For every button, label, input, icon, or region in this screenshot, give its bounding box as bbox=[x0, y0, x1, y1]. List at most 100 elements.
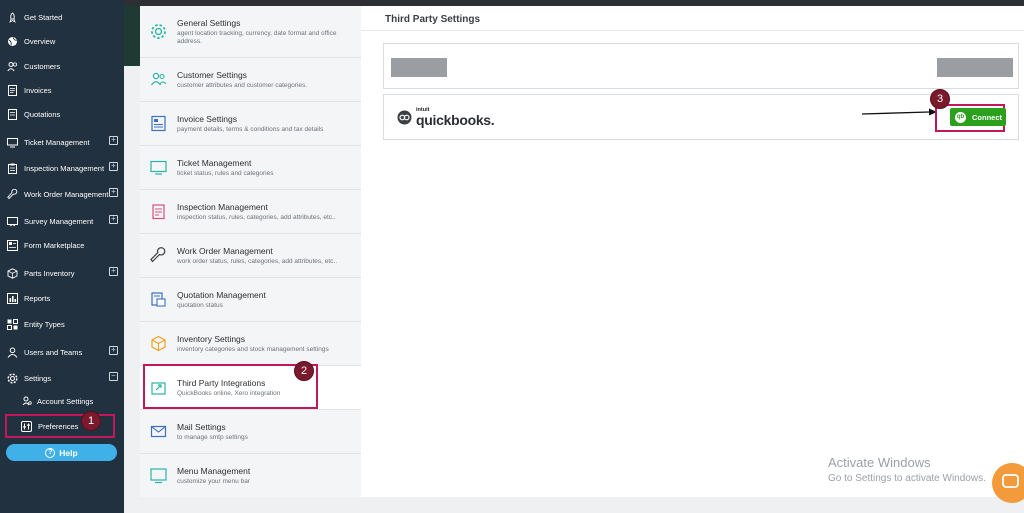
expand-icon[interactable]: + bbox=[109, 162, 118, 171]
work-order-icon bbox=[150, 247, 167, 264]
form-icon bbox=[7, 239, 18, 251]
settings-item-ticket-management[interactable]: Ticket Management ticket status, rules an… bbox=[140, 146, 361, 190]
general-settings-icon bbox=[150, 23, 167, 40]
clipboard-icon bbox=[7, 163, 18, 174]
expand-icon[interactable]: + bbox=[109, 267, 118, 276]
sidebar-item-label: Overview bbox=[24, 36, 56, 46]
sidebar-item-form-marketplace[interactable]: Form Marketplace bbox=[0, 234, 124, 256]
settings-item-menu-management[interactable]: Menu Management customize your menu bar bbox=[140, 454, 361, 498]
settings-item-description: work order status, rules, categories, ad… bbox=[177, 257, 338, 265]
account-settings-label: Account Settings bbox=[37, 396, 94, 406]
step-badge-2: 2 bbox=[294, 361, 314, 381]
settings-item-general-settings[interactable]: General Settings agent location tracking,… bbox=[140, 6, 361, 58]
page-title: Third Party Settings bbox=[385, 14, 481, 25]
settings-item-description: agent location tracking, currency, date … bbox=[177, 29, 337, 45]
redacted-logo bbox=[391, 58, 447, 77]
settings-item-description: customer attributes and customer categor… bbox=[177, 81, 308, 89]
help-button[interactable]: ? Help bbox=[6, 444, 117, 461]
sidebar-item-customers[interactable]: Customers bbox=[0, 55, 124, 77]
settings-item-description: customize your menu bar bbox=[177, 477, 250, 485]
sidebar-item-users-and-teams[interactable]: Users and Teams + bbox=[0, 341, 124, 363]
sidebar-item-label: Reports bbox=[24, 293, 51, 303]
settings-item-work-order-management[interactable]: Work Order Management work order status, … bbox=[140, 234, 361, 278]
settings-item-customer-settings[interactable]: Customer Settings customer attributes and… bbox=[140, 58, 361, 102]
settings-item-description: quotation status bbox=[177, 301, 223, 309]
survey-icon bbox=[7, 216, 18, 227]
chat-widget-button[interactable] bbox=[992, 463, 1024, 503]
redacted-button bbox=[937, 58, 1013, 77]
menu-management-icon bbox=[150, 467, 167, 484]
sidebar-item-label: Work Order Management bbox=[24, 189, 109, 199]
sidebar-item-label: Settings bbox=[24, 373, 52, 383]
bottom-strip bbox=[124, 497, 1024, 513]
sidebar-item-label: Customers bbox=[24, 61, 61, 71]
sidebar-item-label: Survey Management bbox=[24, 216, 94, 226]
sidebar-item-reports[interactable]: Reports bbox=[0, 287, 124, 309]
collapse-icon[interactable]: − bbox=[109, 372, 118, 381]
sidebar-item-survey-management[interactable]: Survey Management + bbox=[0, 210, 124, 232]
quotation-icon bbox=[7, 108, 18, 120]
title-divider bbox=[361, 30, 1024, 31]
quickbooks-icon bbox=[397, 110, 412, 124]
sidebar-item-get-started[interactable]: Get Started bbox=[0, 6, 124, 28]
settings-list-panel: General Settings agent location tracking,… bbox=[140, 6, 361, 498]
sidebar-item-inspection-management[interactable]: Inspection Management + bbox=[0, 157, 124, 179]
user-icon bbox=[7, 347, 18, 358]
settings-item-title: Ticket Management bbox=[177, 157, 252, 168]
help-icon: ? bbox=[45, 447, 56, 458]
sidebar-item-label: Parts Inventory bbox=[24, 268, 75, 278]
sidebar-item-label: Invoices bbox=[24, 85, 52, 95]
globe-icon bbox=[7, 36, 18, 47]
arrow-icon bbox=[861, 108, 937, 116]
settings-item-description: ticket status, rules and categories bbox=[177, 169, 274, 177]
settings-item-quotation-management[interactable]: Quotation Management quotation status bbox=[140, 278, 361, 322]
sidebar-item-label: Form Marketplace bbox=[24, 240, 85, 250]
sidebar-item-entity-types[interactable]: Entity Types bbox=[0, 313, 124, 335]
third-party-highlight bbox=[143, 364, 318, 409]
account-settings-icon bbox=[22, 396, 32, 406]
settings-item-title: General Settings bbox=[177, 17, 241, 28]
sidebar-item-label: Get Started bbox=[24, 12, 63, 22]
settings-item-description: inspection status, rules, categories, ad… bbox=[177, 213, 336, 221]
quickbooks-text: quickbooks. bbox=[416, 112, 495, 128]
inventory-settings-icon bbox=[150, 335, 167, 352]
expand-icon[interactable]: + bbox=[109, 188, 118, 197]
sidebar-item-label: Entity Types bbox=[24, 319, 65, 329]
expand-icon[interactable]: + bbox=[109, 215, 118, 224]
quickbooks-logo: intuit quickbooks. bbox=[397, 107, 495, 128]
ticket-management-icon bbox=[150, 159, 167, 176]
sidebar-item-label: Quotations bbox=[24, 109, 61, 119]
gear-icon bbox=[7, 372, 18, 384]
settings-item-inspection-management[interactable]: Inspection Management inspection status, … bbox=[140, 190, 361, 234]
sidebar-item-invoices[interactable]: Invoices bbox=[0, 79, 124, 101]
preferences-label: Preferences bbox=[38, 421, 79, 431]
sidebar-item-parts-inventory[interactable]: Parts Inventory + bbox=[0, 262, 124, 284]
inspection-management-icon bbox=[150, 203, 167, 220]
sidebar-item-account-settings[interactable]: Account Settings bbox=[0, 391, 124, 411]
settings-item-title: Mail Settings bbox=[177, 421, 226, 432]
expand-icon[interactable]: + bbox=[109, 346, 118, 355]
sidebar-item-overview[interactable]: Overview bbox=[0, 30, 124, 52]
connect-button[interactable]: qb Connect bbox=[950, 108, 1006, 126]
header-accent bbox=[124, 6, 140, 66]
integration-card-redacted bbox=[383, 43, 1019, 89]
quotation-management-icon bbox=[150, 291, 167, 308]
sidebar-item-label: Inspection Management bbox=[24, 163, 105, 173]
settings-item-title: Invoice Settings bbox=[177, 113, 238, 124]
sidebar-item-quotations[interactable]: Quotations bbox=[0, 103, 124, 125]
sidebar-item-work-order-management[interactable]: Work Order Management + bbox=[0, 183, 124, 205]
connect-label: Connect bbox=[972, 112, 1002, 122]
settings-item-inventory-settings[interactable]: Inventory Settings inventory categories a… bbox=[140, 322, 361, 366]
sidebar-item-ticket-management[interactable]: Ticket Management + bbox=[0, 131, 124, 153]
invoice-icon bbox=[7, 84, 18, 96]
expand-icon[interactable]: + bbox=[109, 136, 118, 145]
settings-item-invoice-settings[interactable]: Invoice Settings payment details, terms &… bbox=[140, 102, 361, 146]
settings-item-mail-settings[interactable]: Mail Settings to manage smtp settings bbox=[140, 410, 361, 454]
reports-icon bbox=[7, 292, 18, 304]
sidebar-item-label: Users and Teams bbox=[24, 347, 83, 357]
mail-settings-icon bbox=[150, 423, 167, 440]
settings-item-title: Inventory Settings bbox=[177, 333, 246, 344]
sidebar-item-settings[interactable]: Settings − bbox=[0, 367, 124, 389]
settings-item-title: Customer Settings bbox=[177, 69, 247, 80]
monitor-icon bbox=[7, 137, 18, 148]
